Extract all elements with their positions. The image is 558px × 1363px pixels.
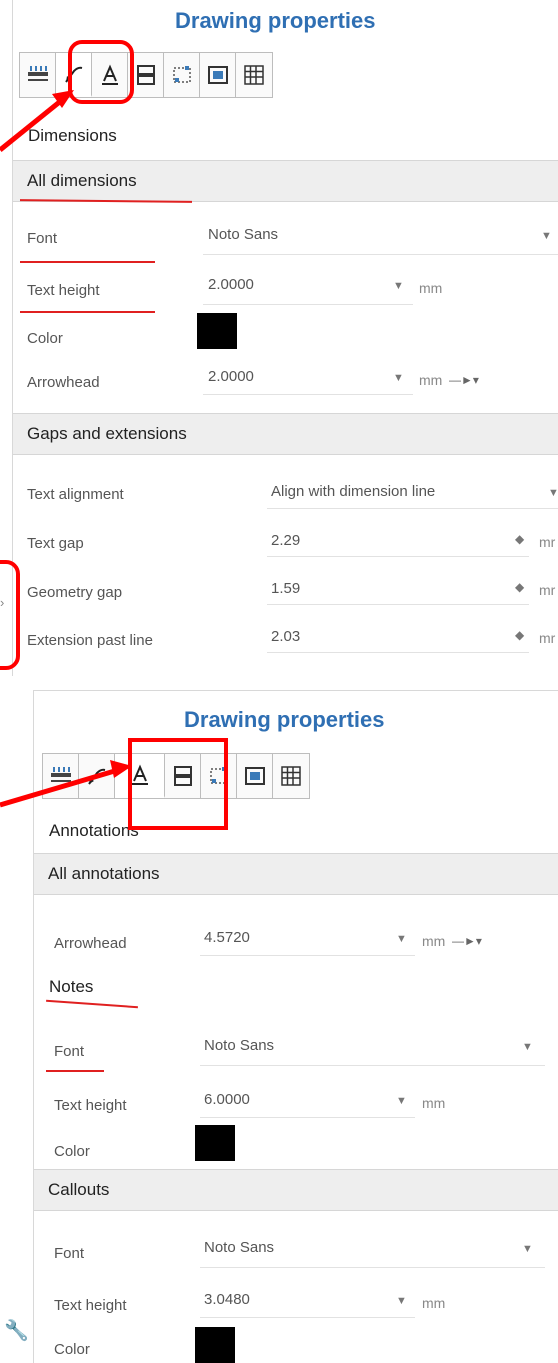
markup-arrows	[0, 90, 132, 808]
